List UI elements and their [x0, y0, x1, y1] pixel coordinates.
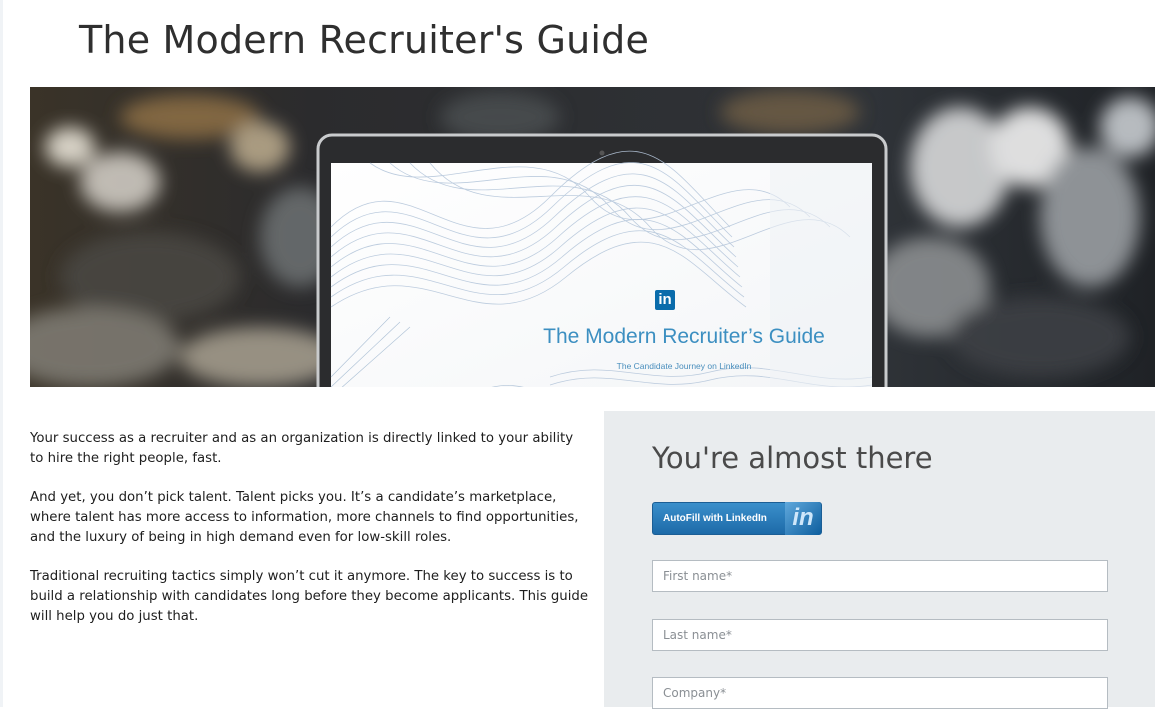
intro-paragraph: And yet, you don’t pick talent. Talent p…	[30, 490, 579, 545]
linkedin-in-icon: in	[785, 502, 821, 535]
linkedin-logo-icon: in	[655, 290, 675, 310]
laptop-screen-title: The Modern Recruiter’s Guide	[543, 325, 825, 348]
page-title: The Modern Recruiter's Guide	[79, 18, 650, 62]
signup-form-panel: You're almost there AutoFill with Linked…	[604, 411, 1155, 709]
intro-paragraph: Traditional recruiting tactics simply wo…	[30, 569, 589, 624]
autofill-brand: LinkedIn	[725, 513, 767, 524]
intro-paragraph: Your success as a recruiter and as an or…	[30, 431, 574, 466]
company-input[interactable]	[652, 677, 1108, 709]
form-title: You're almost there	[652, 441, 933, 475]
last-name-input[interactable]	[652, 619, 1108, 651]
first-name-input[interactable]	[652, 560, 1108, 592]
autofill-prefix: AutoFill with	[663, 513, 726, 524]
laptop-screen-subtitle: The Candidate Journey on LinkedIn	[616, 361, 752, 371]
page-edge	[0, 0, 3, 707]
intro-copy: Your success as a recruiter and as an or…	[30, 429, 590, 646]
hero-banner: in The Modern Recruiter’s Guide The Cand…	[30, 87, 1155, 387]
autofill-linkedin-button[interactable]: AutoFill with LinkedIn in	[652, 502, 822, 535]
autofill-label: AutoFill with LinkedIn	[663, 513, 767, 524]
